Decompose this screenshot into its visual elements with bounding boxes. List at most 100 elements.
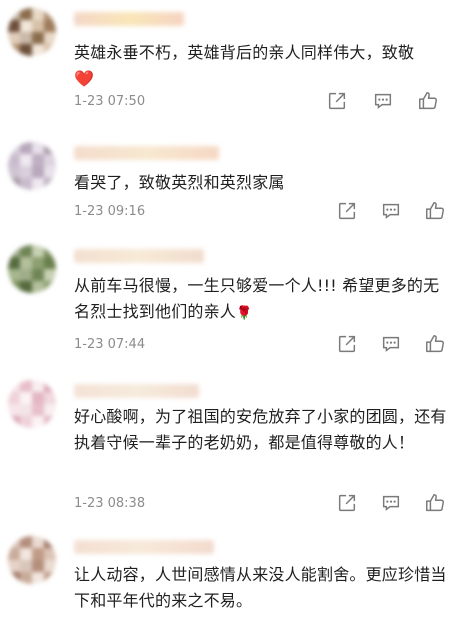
- avatar-pixel: [44, 257, 56, 269]
- avatar-pixel: [20, 154, 32, 166]
- avatar-pixel: [32, 166, 44, 178]
- avatar-pixel: [44, 416, 56, 428]
- avatar-pixel: [8, 20, 20, 32]
- avatar-pixel: [20, 392, 32, 404]
- comment-item: 看哭了，致敬英烈和英烈家属 1-23 09:16: [0, 142, 469, 232]
- avatar-pixel: [8, 416, 20, 428]
- avatar-pixel: [32, 8, 44, 20]
- avatar-pixel: [8, 142, 20, 154]
- avatar-pixel: [8, 404, 20, 416]
- avatar-pixel: [44, 44, 56, 56]
- avatar-pixel: [32, 154, 44, 166]
- share-icon[interactable]: [336, 200, 358, 222]
- avatar-pixel: [32, 416, 44, 428]
- avatar-pixel: [32, 269, 44, 281]
- comment-icon[interactable]: [380, 492, 402, 514]
- avatar-pixel: [44, 32, 56, 44]
- avatar-pixel: [32, 572, 44, 584]
- thumbs-up-icon[interactable]: [424, 333, 446, 355]
- thumbs-up-icon[interactable]: [424, 492, 446, 514]
- comment-text: 让人动容，人世间感情从来没人能割舍。更应珍惜当下和平年代的来之不易。: [74, 565, 447, 610]
- share-icon[interactable]: [326, 90, 348, 112]
- avatar-pixel: [32, 257, 44, 269]
- avatar-pixel: [32, 178, 44, 190]
- avatar-pixel: [8, 548, 20, 560]
- avatar-pixel: [8, 392, 20, 404]
- avatar-pixel: [20, 269, 32, 281]
- username-blurred[interactable]: [74, 384, 199, 398]
- avatar-pixel: [20, 32, 32, 44]
- avatar-pixel: [44, 536, 56, 548]
- avatar-pixel: [32, 245, 44, 257]
- avatar-pixel: [20, 20, 32, 32]
- share-icon[interactable]: [336, 333, 358, 355]
- avatar-pixel: [20, 166, 32, 178]
- rose-emoji: 🌹: [236, 306, 253, 321]
- avatar-pixel: [44, 178, 56, 190]
- avatar-pixel: [44, 380, 56, 392]
- heart-emoji: ❤️: [74, 69, 95, 88]
- avatar[interactable]: [8, 142, 56, 190]
- share-icon[interactable]: [336, 492, 358, 514]
- username-blurred[interactable]: [74, 249, 204, 263]
- avatar-pixel: [44, 166, 56, 178]
- avatar-pixel: [44, 572, 56, 584]
- avatar-pixel: [8, 269, 20, 281]
- comment-text: 看哭了，致敬英烈和英烈家属: [74, 173, 285, 192]
- avatar-pixel: [20, 536, 32, 548]
- thumbs-up-icon[interactable]: [417, 90, 439, 112]
- avatar-pixel: [8, 154, 20, 166]
- avatar-pixel: [44, 20, 56, 32]
- username-blurred[interactable]: [74, 540, 214, 554]
- avatar[interactable]: [8, 380, 56, 428]
- avatar-pixel: [44, 404, 56, 416]
- avatar-pixel: [20, 560, 32, 572]
- avatar-pixel: [32, 281, 44, 293]
- comment-time: 1-23 08:38: [74, 496, 146, 511]
- avatar-pixel: [8, 32, 20, 44]
- comment-icon[interactable]: [380, 333, 402, 355]
- avatar-pixel: [44, 142, 56, 154]
- avatar-pixel: [20, 142, 32, 154]
- avatar-pixel: [8, 572, 20, 584]
- avatar-pixel: [32, 142, 44, 154]
- avatar-pixel: [44, 281, 56, 293]
- comment-time: 1-23 07:50: [74, 94, 146, 109]
- avatar-pixel: [20, 548, 32, 560]
- avatar-pixel: [32, 404, 44, 416]
- comment-time: 1-23 09:16: [74, 204, 146, 219]
- avatar-pixel: [32, 32, 44, 44]
- username-blurred[interactable]: [74, 146, 219, 160]
- comment-text: 从前车马很慢，一生只够爱一个人!!! 希望更多的无名烈士找到他们的亲人🌹: [74, 276, 440, 321]
- avatar[interactable]: [8, 8, 56, 56]
- avatar-pixel: [8, 380, 20, 392]
- comment-icon[interactable]: [380, 200, 402, 222]
- avatar-pixel: [32, 560, 44, 572]
- avatar-pixel: [44, 560, 56, 572]
- comment-item: 好心酸啊，为了祖国的安危放弃了小家的团圆，还有执着守候一辈子的老奶奶，都是值得尊…: [0, 380, 469, 520]
- avatar-pixel: [20, 572, 32, 584]
- avatar-pixel: [20, 380, 32, 392]
- thumbs-up-icon[interactable]: [424, 200, 446, 222]
- avatar[interactable]: [8, 536, 56, 584]
- avatar-pixel: [20, 416, 32, 428]
- avatar-pixel: [32, 548, 44, 560]
- avatar-pixel: [8, 536, 20, 548]
- avatar-pixel: [44, 8, 56, 20]
- avatar-pixel: [44, 548, 56, 560]
- avatar-pixel: [20, 404, 32, 416]
- avatar-pixel: [32, 20, 44, 32]
- avatar-pixel: [20, 8, 32, 20]
- avatar-pixel: [44, 245, 56, 257]
- comment-item: 让人动容，人世间感情从来没人能割舍。更应珍惜当下和平年代的来之不易。: [0, 536, 469, 621]
- avatar-pixel: [8, 8, 20, 20]
- avatar-pixel: [20, 44, 32, 56]
- avatar[interactable]: [8, 245, 56, 293]
- username-blurred[interactable]: [74, 12, 184, 26]
- avatar-pixel: [32, 380, 44, 392]
- avatar-pixel: [8, 44, 20, 56]
- avatar-pixel: [8, 560, 20, 572]
- avatar-pixel: [8, 257, 20, 269]
- comment-icon[interactable]: [372, 90, 394, 112]
- avatar-pixel: [8, 281, 20, 293]
